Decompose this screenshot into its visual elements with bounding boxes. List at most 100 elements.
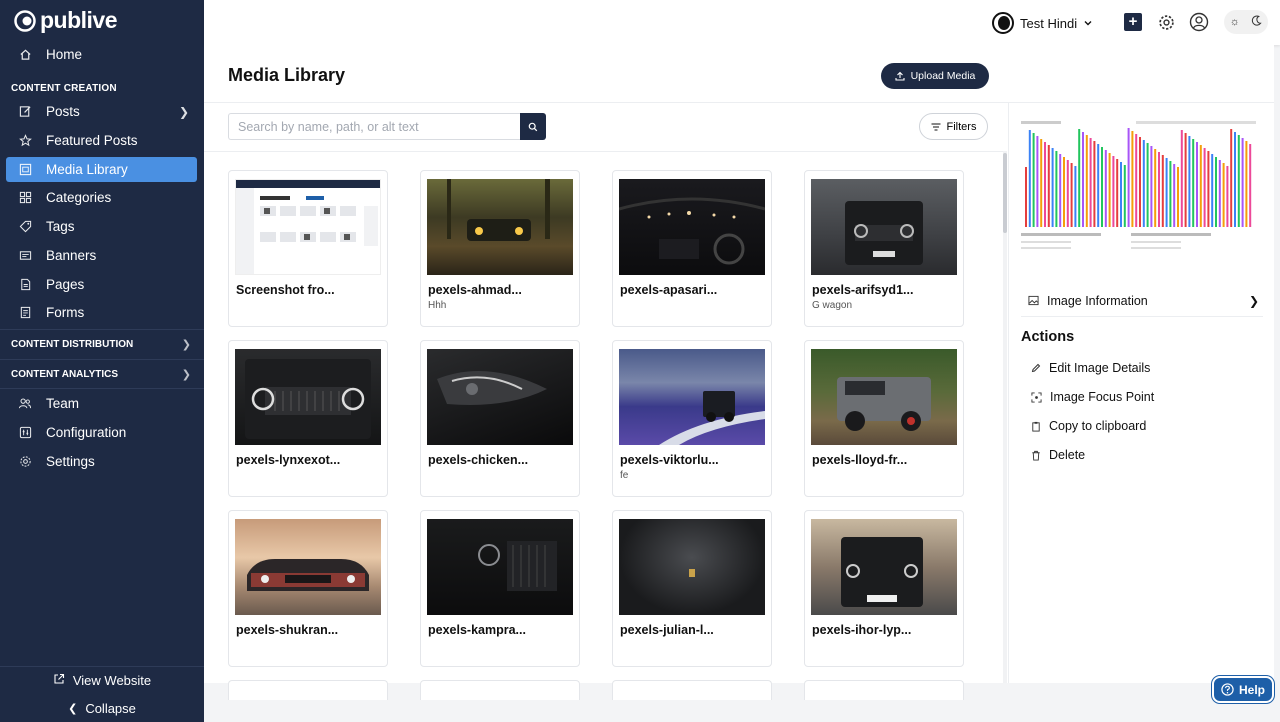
image-icon [1028,295,1039,306]
media-name: pexels-apasari... [620,283,718,297]
image-information-toggle[interactable]: Image Information ❯ [1021,285,1263,317]
divider [204,151,1004,152]
media-name: Screenshot fro... [236,283,335,297]
media-name: pexels-lynxexot... [236,453,341,467]
sidebar-item-media-library[interactable]: Media Library [6,157,197,182]
media-card[interactable] [420,680,580,700]
media-card[interactable]: pexels-ihor-lyp... [804,510,964,667]
chevron-right-icon: ❯ [1248,293,1259,308]
media-card[interactable]: pexels-kampra... [420,510,580,667]
scrollbar-thumb[interactable] [1003,153,1007,233]
trash-icon [1032,450,1040,461]
sidebar-item-tags[interactable]: Tags [6,214,197,239]
sidebar-item-featured-posts[interactable]: Featured Posts [6,128,197,153]
media-card[interactable] [612,680,772,700]
copy-to-clipboard-button[interactable]: Copy to clipboard [1031,419,1146,433]
delete-button[interactable]: Delete [1031,448,1085,462]
media-card[interactable] [228,680,388,700]
page-icon [18,278,32,292]
image-information-label: Image Information [1047,293,1148,308]
profile-button[interactable] [1189,12,1209,32]
sidebar-item-configuration[interactable]: Configuration [6,420,197,445]
media-card[interactable]: pexels-julian-l... [612,510,772,667]
content-distribution-section[interactable]: CONTENT DISTRIBUTION ❯ [0,329,204,359]
star-icon [18,134,32,148]
media-thumbnail [427,349,573,445]
action-label: Image Focus Point [1050,390,1155,404]
media-card[interactable]: pexels-ahmad... Hhh [420,170,580,327]
media-thumbnail [427,519,573,615]
filters-button[interactable]: Filters [919,113,988,140]
media-name: pexels-kampra... [428,623,526,637]
brand-name: publive [40,7,118,33]
media-name: pexels-ahmad... [428,283,522,297]
sidebar-item-label: Featured Posts [46,133,138,148]
sidebar-item-settings[interactable]: Settings [6,449,197,474]
sidebar-item-categories[interactable]: Categories [6,185,197,210]
view-website-link[interactable]: View Website [0,673,204,688]
media-card[interactable]: pexels-chicken... [420,340,580,497]
sidebar-item-home[interactable]: Home [6,42,197,67]
upload-media-button[interactable]: Upload Media [881,63,989,89]
sidebar-item-forms[interactable]: Forms [6,300,197,325]
banner-icon [18,249,32,263]
media-alt-text: G wagon [812,300,853,311]
media-card[interactable] [804,680,964,700]
sidebar-item-posts[interactable]: Posts ❯ [6,99,197,124]
page-title: Media Library [228,65,346,85]
chevron-down-icon [1083,16,1093,31]
sidebar-item-label: Configuration [46,425,127,440]
create-button[interactable]: + [1124,13,1142,31]
sidebar-item-label: Pages [46,277,85,292]
topbar: Test Hindi + ☼ [204,0,1280,45]
media-card[interactable]: Screenshot fro... [228,170,388,327]
media-thumbnail [235,519,381,615]
media-name: pexels-ihor-lyp... [812,623,912,637]
media-name: pexels-viktorlu... [620,453,719,467]
media-thumbnail [811,519,957,615]
theme-toggle[interactable]: ☼ [1224,10,1268,34]
sidebar-item-label: Home [46,47,83,62]
gear-icon [18,455,32,469]
view-website-label: View Website [72,673,152,688]
sidebar-item-banners[interactable]: Banners [6,243,197,268]
help-icon [1221,683,1234,696]
media-thumbnail [427,179,573,275]
workspace-switcher[interactable]: Test Hindi [992,12,1093,34]
media-card[interactable]: pexels-viktorlu... fe [612,340,772,497]
edit-icon [18,105,32,119]
sidebar-item-label: Media Library [46,162,128,177]
media-card[interactable]: pexels-lynxexot... [228,340,388,497]
settings-button[interactable] [1157,13,1175,31]
help-label: Help [1238,682,1265,697]
image-focus-point-button[interactable]: Image Focus Point [1031,390,1154,404]
help-button[interactable]: Help [1212,676,1274,703]
sidebar-item-team[interactable]: Team [6,391,197,416]
external-link-icon [53,673,65,688]
search-input[interactable] [228,113,520,140]
media-card[interactable]: pexels-lloyd-fr... [804,340,964,497]
sidebar-item-label: Settings [46,454,95,469]
selected-media-preview [1021,119,1263,255]
media-card[interactable]: pexels-shukran... [228,510,388,667]
publive-logo[interactable]: publive [14,7,118,34]
search-button[interactable] [520,113,546,140]
collapse-label: Collapse [85,701,136,716]
media-name: pexels-julian-l... [620,623,714,637]
media-name: pexels-arifsyd1... [812,283,914,297]
categories-icon [18,191,32,205]
sidebar-footer: View Website ❮ Collapse [0,666,204,722]
media-alt-text: fe [620,470,629,481]
filter-icon [931,122,941,131]
edit-image-details-button[interactable]: Edit Image Details [1031,361,1150,375]
upload-icon [895,71,905,81]
content-analytics-section[interactable]: CONTENT ANALYTICS ❯ [0,359,204,389]
sidebar-item-pages[interactable]: Pages [6,272,197,297]
media-card[interactable]: pexels-arifsyd1... G wagon [804,170,964,327]
action-label: Copy to clipboard [1049,419,1147,433]
sidebar-item-label: Banners [46,248,97,263]
media-card[interactable]: pexels-apasari... [612,170,772,327]
media-icon [18,163,32,177]
collapse-button[interactable]: ❮ Collapse [0,701,204,716]
workspace-logo-icon [992,12,1014,34]
